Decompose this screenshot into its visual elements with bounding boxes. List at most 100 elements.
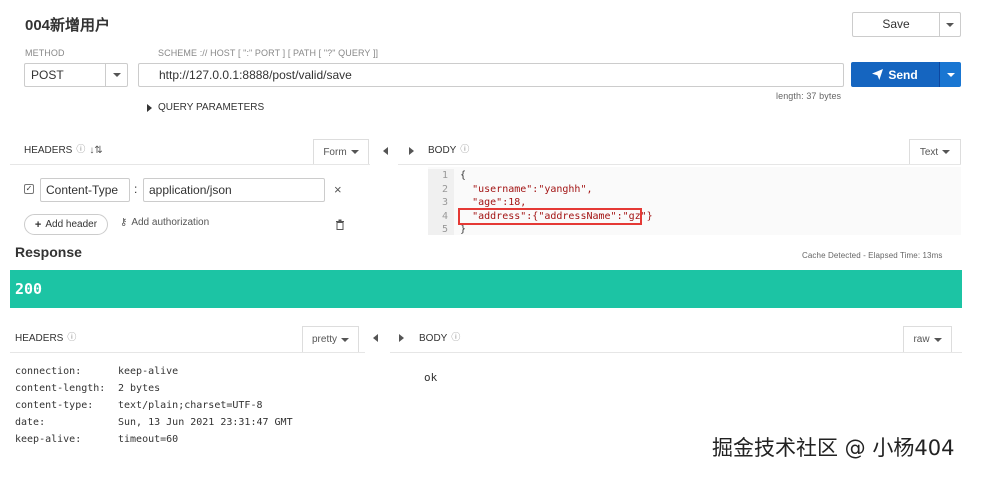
request-body-label-row: BODY ⓘ bbox=[428, 143, 470, 157]
chevron-down-icon bbox=[112, 73, 121, 77]
save-button-group: Save bbox=[852, 12, 961, 37]
save-button[interactable]: Save bbox=[853, 13, 940, 36]
collapse-right-icon[interactable] bbox=[399, 334, 404, 342]
pretty-label: pretty bbox=[311, 334, 337, 345]
collapse-left-icon[interactable] bbox=[373, 334, 378, 342]
body-format-label: Text bbox=[919, 146, 939, 158]
status-code: 200 bbox=[15, 280, 43, 298]
header-name: date: bbox=[15, 417, 46, 428]
divider bbox=[390, 352, 962, 353]
chevron-down-icon bbox=[942, 150, 951, 154]
header-value: text/plain;charset=UTF-8 bbox=[118, 400, 263, 411]
form-label: Form bbox=[323, 146, 347, 158]
scheme-label: SCHEME :// HOST [ ":" PORT ] [ PATH [ "?… bbox=[158, 48, 379, 58]
header-value: timeout=60 bbox=[118, 434, 179, 445]
length-text: length: 37 bytes bbox=[776, 91, 842, 101]
code-line: } bbox=[460, 224, 467, 235]
response-headers-label: HEADERS bbox=[15, 333, 64, 344]
cache-status-text: Cache Detected - Elapsed Time: 13ms bbox=[802, 251, 943, 260]
remove-header-icon[interactable]: × bbox=[334, 182, 342, 197]
response-headers-table: connection: keep-alive content-length: 2… bbox=[15, 366, 293, 451]
request-headers-label-row: HEADERS ⓘ ↓⇅ bbox=[24, 143, 103, 157]
method-select[interactable]: POST bbox=[24, 63, 128, 87]
response-body-content: ok bbox=[424, 371, 438, 384]
url-input[interactable]: http://127.0.0.1:8888/post/valid/save bbox=[138, 63, 844, 87]
paper-plane-icon bbox=[872, 69, 884, 80]
header-enabled-checkbox[interactable]: ✓ bbox=[24, 184, 34, 194]
table-row: content-type: text/plain;charset=UTF-8 bbox=[15, 400, 293, 417]
key-icon: ⚷ bbox=[120, 217, 128, 228]
header-name: keep-alive: bbox=[15, 434, 82, 445]
add-header-label: Add header bbox=[45, 219, 98, 230]
raw-toggle[interactable]: raw bbox=[903, 326, 952, 352]
pretty-toggle[interactable]: pretty bbox=[302, 326, 359, 352]
divider bbox=[10, 352, 365, 353]
collapse-right-icon[interactable] bbox=[409, 147, 414, 155]
header-value: 2 bytes bbox=[118, 383, 161, 394]
form-toggle[interactable]: Form bbox=[313, 139, 369, 164]
query-parameters-toggle[interactable]: QUERY PARAMETERS bbox=[147, 102, 264, 113]
code-line: "age":18, bbox=[460, 197, 527, 208]
query-parameters-label: QUERY PARAMETERS bbox=[158, 102, 265, 113]
watermark: 掘金技术社区 @ 小杨404 bbox=[712, 436, 955, 460]
trash-icon[interactable] bbox=[335, 219, 345, 230]
chevron-down-icon bbox=[350, 150, 359, 154]
line-number: 4 bbox=[441, 210, 448, 222]
help-icon: ⓘ bbox=[460, 143, 470, 154]
header-name: content-length: bbox=[15, 383, 106, 394]
table-row: date: Sun, 13 Jun 2021 23:31:47 GMT bbox=[15, 417, 293, 434]
raw-label: raw bbox=[913, 334, 930, 345]
chevron-right-icon bbox=[147, 103, 152, 112]
help-icon: ⓘ bbox=[67, 331, 77, 342]
response-headers-label-row: HEADERS ⓘ bbox=[15, 331, 77, 345]
plus-icon: + bbox=[34, 218, 42, 231]
response-body-label: BODY bbox=[419, 333, 448, 344]
line-number: 2 bbox=[441, 183, 448, 195]
header-name: connection: bbox=[15, 366, 82, 377]
request-title: 004新增用户 bbox=[25, 17, 111, 34]
highlight-box bbox=[458, 208, 642, 225]
method-label: METHOD bbox=[25, 48, 65, 58]
header-value-value: application/json bbox=[149, 183, 232, 197]
chevron-down-icon bbox=[946, 72, 955, 77]
send-dropdown-button[interactable] bbox=[939, 62, 961, 87]
code-line: { bbox=[460, 170, 467, 181]
header-key-value: Content-Type bbox=[46, 183, 119, 197]
add-authorization-label: Add authorization bbox=[131, 217, 210, 228]
chevron-down-icon bbox=[946, 22, 954, 27]
add-header-button[interactable]: + Add header bbox=[24, 214, 108, 235]
header-separator: : bbox=[134, 182, 138, 196]
header-name: content-type: bbox=[15, 400, 94, 411]
send-button[interactable]: Send bbox=[851, 62, 939, 87]
header-value: Sun, 13 Jun 2021 23:31:47 GMT bbox=[118, 417, 293, 428]
request-headers-label: HEADERS bbox=[24, 145, 73, 156]
body-format-toggle[interactable]: Text bbox=[909, 139, 961, 164]
save-dropdown-button[interactable] bbox=[940, 13, 960, 36]
help-icon: ⓘ bbox=[76, 143, 86, 154]
sort-icon[interactable]: ↓⇅ bbox=[89, 145, 102, 156]
request-body-label: BODY bbox=[428, 145, 457, 156]
response-body-label-row: BODY ⓘ bbox=[419, 331, 461, 345]
line-number: 1 bbox=[441, 170, 448, 181]
header-key-input[interactable]: Content-Type bbox=[40, 178, 130, 202]
table-row: content-length: 2 bytes bbox=[15, 383, 293, 400]
collapse-left-icon[interactable] bbox=[383, 147, 388, 155]
chevron-down-icon bbox=[933, 337, 942, 342]
response-title: Response bbox=[15, 244, 82, 260]
chevron-down-icon bbox=[341, 337, 349, 342]
line-number: 5 bbox=[441, 224, 448, 235]
send-label: Send bbox=[888, 67, 918, 82]
method-value: POST bbox=[31, 68, 64, 82]
add-authorization-button[interactable]: ⚷ Add authorization bbox=[120, 217, 209, 228]
status-bar: 200 bbox=[10, 270, 962, 308]
help-icon: ⓘ bbox=[451, 331, 461, 342]
line-number: 3 bbox=[441, 197, 448, 208]
divider bbox=[398, 164, 961, 165]
header-value: keep-alive bbox=[118, 366, 179, 377]
code-line: "username":"yanghh", bbox=[460, 183, 593, 195]
table-row: connection: keep-alive bbox=[15, 366, 293, 383]
divider bbox=[10, 164, 370, 165]
send-button-group: Send bbox=[851, 62, 961, 87]
table-row: keep-alive: timeout=60 bbox=[15, 434, 293, 451]
header-value-input[interactable]: application/json bbox=[143, 178, 325, 202]
